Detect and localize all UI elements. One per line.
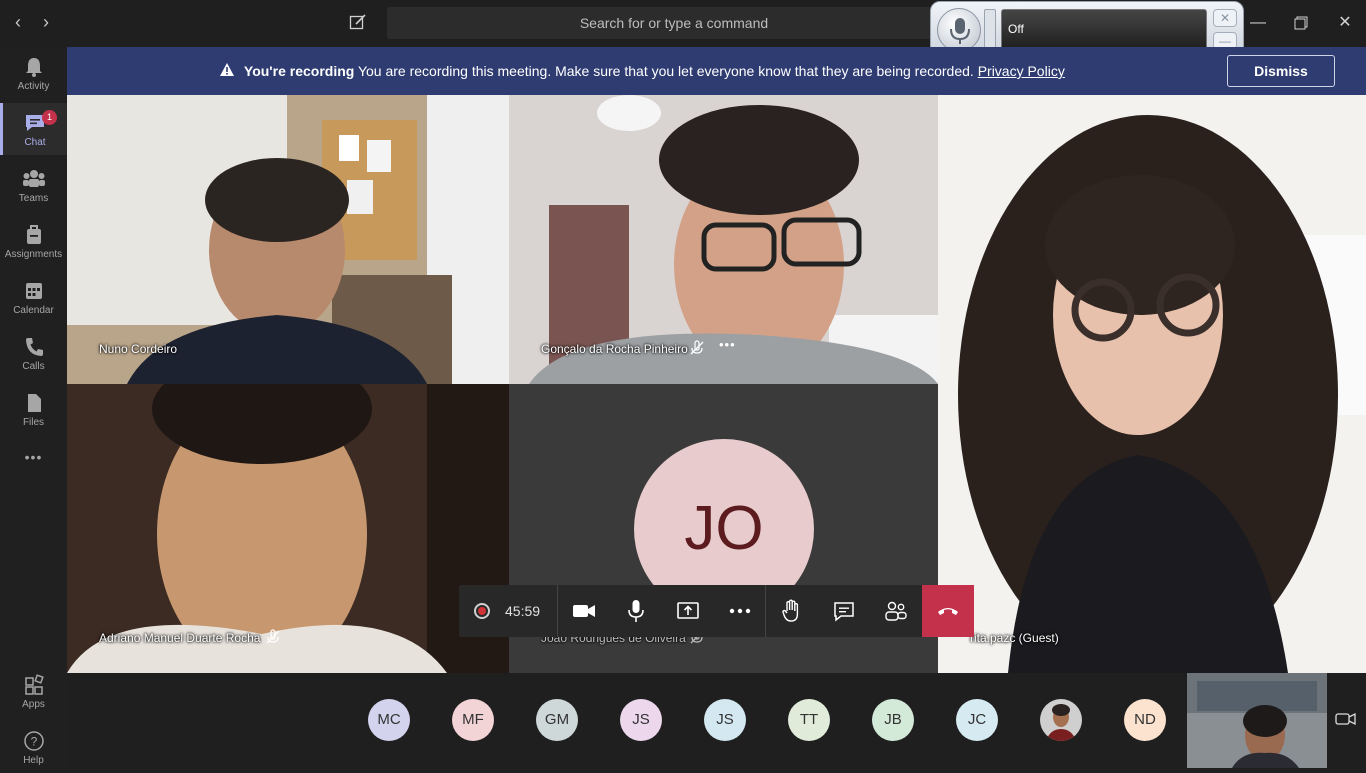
- rail-item-apps[interactable]: Apps: [0, 665, 67, 717]
- recording-label: You're recording: [243, 63, 355, 79]
- rail-item-files[interactable]: Files: [0, 383, 67, 435]
- roster-avatar[interactable]: ND: [1124, 699, 1166, 741]
- recording-indicator-icon: [474, 603, 490, 619]
- participant-name: Nuno Cordeiro: [99, 342, 178, 356]
- bell-icon: [25, 58, 42, 77]
- teams-icon: [22, 170, 45, 187]
- roster-avatar[interactable]: JS: [704, 699, 746, 741]
- video-tile-goncalo[interactable]: Gonçalo da Rocha Pinheiro •••: [509, 95, 938, 384]
- rail-item-teams[interactable]: Teams: [0, 159, 67, 211]
- rail-item-calendar[interactable]: Calendar: [0, 271, 67, 323]
- forward-arrow-icon[interactable]: ›: [36, 12, 56, 32]
- privacy-policy-link[interactable]: Privacy Policy: [978, 63, 1065, 79]
- video-tile-nuno[interactable]: Nuno Cordeiro: [67, 95, 509, 384]
- participant-video: [938, 95, 1366, 673]
- minimize-icon[interactable]: —: [1247, 12, 1269, 34]
- share-screen-icon: [677, 602, 699, 619]
- svg-text:?: ?: [30, 735, 37, 749]
- video-tile-adriano[interactable]: Adriano Manuel Duarte Rocha: [67, 384, 509, 673]
- roster-avatar[interactable]: JB: [872, 699, 914, 741]
- roster-avatar[interactable]: JC: [956, 699, 998, 741]
- more-actions-button[interactable]: [714, 585, 766, 637]
- roster-avatar[interactable]: MC: [368, 699, 410, 741]
- calendar-icon: [25, 283, 42, 299]
- participants-button[interactable]: [870, 585, 922, 637]
- mic-off-icon: [690, 340, 704, 355]
- rail-item-calls[interactable]: Calls: [0, 327, 67, 379]
- video-tile-rita[interactable]: rita.pazc (Guest): [938, 95, 1366, 673]
- hang-up-button[interactable]: [922, 585, 974, 637]
- participant-video: [67, 384, 509, 673]
- more-icon: [729, 608, 751, 614]
- warning-icon: [220, 63, 234, 76]
- rail-item-chat[interactable]: Chat 1: [0, 103, 67, 155]
- participant-name: rita.pazc (Guest): [970, 631, 1059, 645]
- meeting-controls: 45:59: [459, 585, 974, 637]
- level-meter: [984, 9, 996, 51]
- meeting-timer: 45:59: [505, 603, 541, 619]
- roster-avatar[interactable]: MF: [452, 699, 494, 741]
- camera-icon: [573, 605, 595, 617]
- phone-icon: [25, 338, 43, 356]
- rail-item-activity[interactable]: Activity: [0, 47, 67, 99]
- compose-icon[interactable]: [349, 13, 369, 33]
- self-video-preview[interactable]: [1187, 673, 1327, 768]
- close-icon[interactable]: ✕: [1334, 12, 1356, 34]
- microphone-icon: [628, 600, 644, 622]
- chat-button[interactable]: [818, 585, 870, 637]
- recording-message: You are recording this meeting. Make sur…: [357, 63, 974, 79]
- raise-hand-button[interactable]: [766, 585, 818, 637]
- app-rail: Activity Chat 1 Teams Assignments Calend…: [0, 47, 67, 768]
- apps-icon: [24, 674, 44, 695]
- rail-item-assignments[interactable]: Assignments: [0, 215, 67, 267]
- camera-toggle-icon[interactable]: [1335, 708, 1359, 732]
- raise-hand-icon: [782, 599, 799, 622]
- avatar: [1040, 699, 1082, 741]
- roster-avatar[interactable]: JS: [620, 699, 662, 741]
- help-icon: ?: [23, 731, 44, 751]
- camera-button[interactable]: [558, 585, 610, 637]
- participant-video: [67, 95, 509, 384]
- rail-item-help[interactable]: ? Help: [0, 721, 67, 773]
- microphone-button[interactable]: [610, 585, 662, 637]
- back-arrow-icon[interactable]: ‹: [8, 12, 28, 32]
- chat-badge: 1: [42, 110, 57, 125]
- roster-avatar[interactable]: TT: [788, 699, 830, 741]
- file-icon: [27, 394, 41, 412]
- restore-icon[interactable]: [1290, 12, 1312, 34]
- people-icon: [885, 601, 907, 621]
- participant-name: Adriano Manuel Duarte Rocha: [99, 631, 261, 645]
- hang-up-icon: [938, 608, 958, 615]
- mic-off-icon: [266, 629, 280, 644]
- recording-banner: You're recording You are recording this …: [67, 47, 1366, 95]
- voice-status: Off: [1001, 9, 1207, 51]
- dismiss-button[interactable]: Dismiss: [1227, 55, 1335, 87]
- search-input[interactable]: Search for or type a command: [387, 7, 961, 39]
- more-options-icon[interactable]: •••: [719, 337, 736, 352]
- roster-avatar-photo[interactable]: [1040, 699, 1082, 741]
- more-apps-button[interactable]: •••: [0, 449, 67, 479]
- microphone-icon[interactable]: [937, 8, 981, 52]
- roster-avatar[interactable]: GM: [536, 699, 578, 741]
- self-video: [1187, 673, 1327, 768]
- voice-close-icon[interactable]: ✕: [1213, 9, 1237, 27]
- share-button[interactable]: [662, 585, 714, 637]
- assignments-icon: [26, 225, 41, 244]
- chat-icon: [834, 602, 854, 622]
- participant-name: Gonçalo da Rocha Pinheiro: [541, 342, 688, 356]
